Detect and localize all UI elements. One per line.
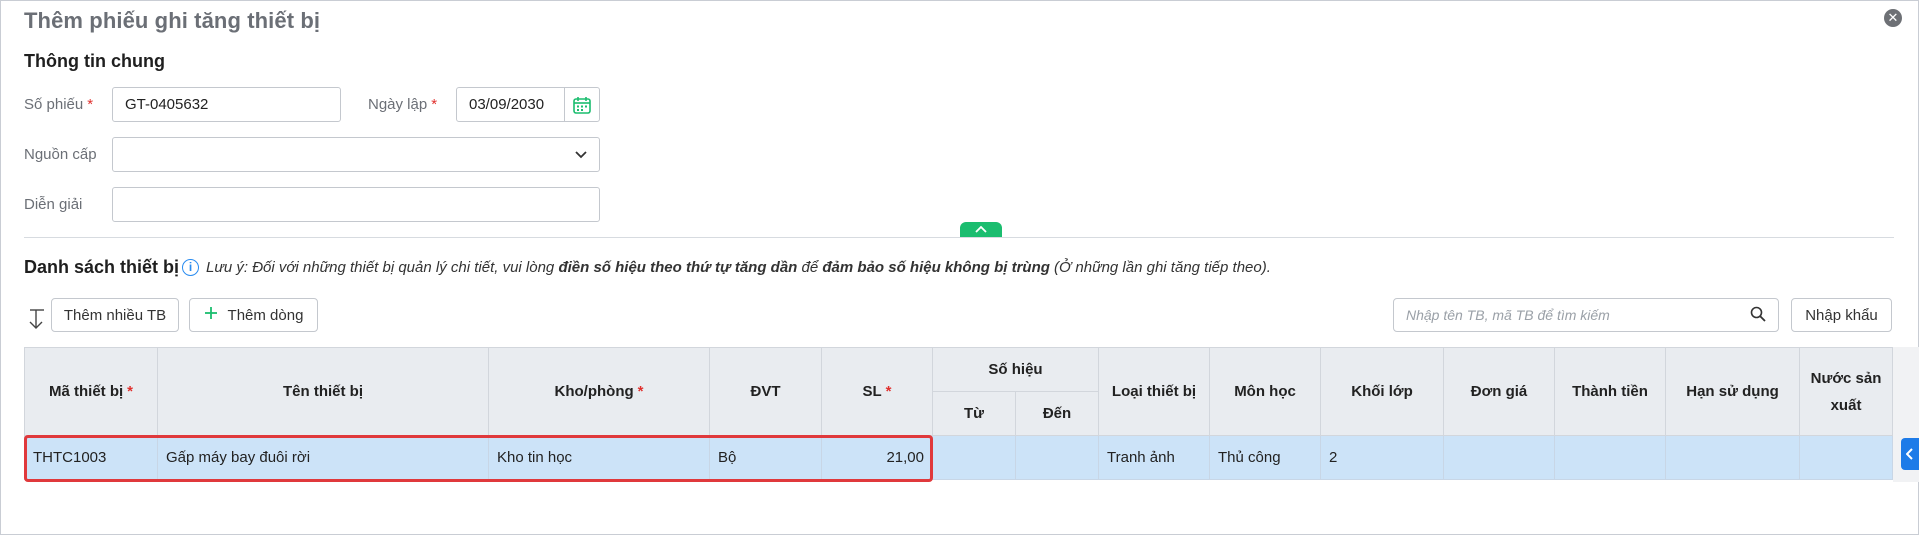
- header-tu[interactable]: Từ: [932, 391, 1016, 436]
- chevron-up-icon: [975, 226, 987, 233]
- chevron-down-icon: [575, 146, 587, 163]
- equipment-note: Lưu ý: Đối với những thiết bị quản lý ch…: [206, 259, 1271, 276]
- cell-mon-hoc[interactable]: Thủ công: [1209, 435, 1322, 480]
- info-icon: i: [182, 259, 199, 276]
- cell-tu[interactable]: [932, 435, 1016, 480]
- so-phieu-label: Số phiếu *: [24, 96, 94, 113]
- cell-han-su-dung[interactable]: [1665, 435, 1801, 480]
- nguon-cap-select[interactable]: [112, 137, 600, 172]
- dien-giai-label: Diễn giải: [24, 196, 83, 213]
- cell-thanh-tien[interactable]: [1554, 435, 1667, 480]
- header-loai-thiet-bi[interactable]: Loại thiết bị: [1098, 347, 1211, 436]
- header-dvt[interactable]: ĐVT: [709, 347, 822, 436]
- required-mark: *: [431, 96, 438, 113]
- side-panel-toggle[interactable]: [1901, 438, 1919, 470]
- cell-loai-thiet-bi[interactable]: Tranh ảnh: [1098, 435, 1211, 480]
- so-phieu-input[interactable]: GT-0405632: [112, 87, 341, 122]
- section-title-general: Thông tin chung: [24, 51, 165, 71]
- cell-nuoc-san-xuat[interactable]: [1799, 435, 1894, 480]
- header-don-gia[interactable]: Đơn giá: [1443, 347, 1556, 436]
- header-ma-thiet-bi[interactable]: Mã thiết bị *: [24, 347, 158, 436]
- header-sl[interactable]: SL *: [821, 347, 933, 436]
- nguon-cap-label: Nguồn cấp: [24, 146, 97, 163]
- cell-don-gia[interactable]: [1443, 435, 1556, 480]
- header-ten-thiet-bi[interactable]: Tên thiết bị: [157, 347, 489, 436]
- cell-den[interactable]: [1014, 435, 1100, 480]
- header-han-su-dung[interactable]: Hạn sử dụng: [1665, 347, 1801, 436]
- chevron-left-icon: [1906, 448, 1913, 460]
- header-thanh-tien[interactable]: Thành tiền: [1554, 347, 1667, 436]
- calendar-icon[interactable]: [564, 88, 599, 121]
- section-divider: [24, 237, 1894, 238]
- ngay-lap-input[interactable]: 03/09/2030: [456, 87, 600, 122]
- search-icon[interactable]: [1750, 306, 1766, 325]
- search-input[interactable]: Nhập tên TB, mã TB để tìm kiếm: [1393, 298, 1779, 332]
- header-khoi-lop[interactable]: Khối lớp: [1320, 347, 1445, 436]
- section-title-equipment: Danh sách thiết bị: [24, 257, 180, 277]
- collapse-toggle[interactable]: [960, 222, 1002, 237]
- add-multiple-button[interactable]: Thêm nhiều TB: [51, 298, 179, 332]
- header-nuoc-san-xuat[interactable]: Nước sản xuất: [1799, 347, 1894, 436]
- import-button[interactable]: Nhập khẩu: [1791, 298, 1892, 332]
- sort-arrow-icon[interactable]: [26, 307, 46, 336]
- header-kho-phong[interactable]: Kho/phòng *: [488, 347, 710, 436]
- dien-giai-input[interactable]: [112, 187, 600, 222]
- dialog-title: Thêm phiếu ghi tăng thiết bị: [24, 8, 321, 33]
- header-mon-hoc[interactable]: Môn học: [1209, 347, 1322, 436]
- header-so-hieu: Số hiệu: [931, 347, 1100, 392]
- plus-icon: [204, 306, 218, 324]
- required-mark: *: [87, 96, 94, 113]
- ngay-lap-label: Ngày lập *: [368, 96, 438, 113]
- row-highlight-box: [24, 435, 933, 482]
- cell-khoi-lop[interactable]: 2: [1320, 435, 1445, 480]
- header-den[interactable]: Đến: [1014, 391, 1100, 436]
- close-icon[interactable]: ✕: [1884, 9, 1902, 27]
- add-row-button[interactable]: Thêm dòng: [189, 298, 318, 332]
